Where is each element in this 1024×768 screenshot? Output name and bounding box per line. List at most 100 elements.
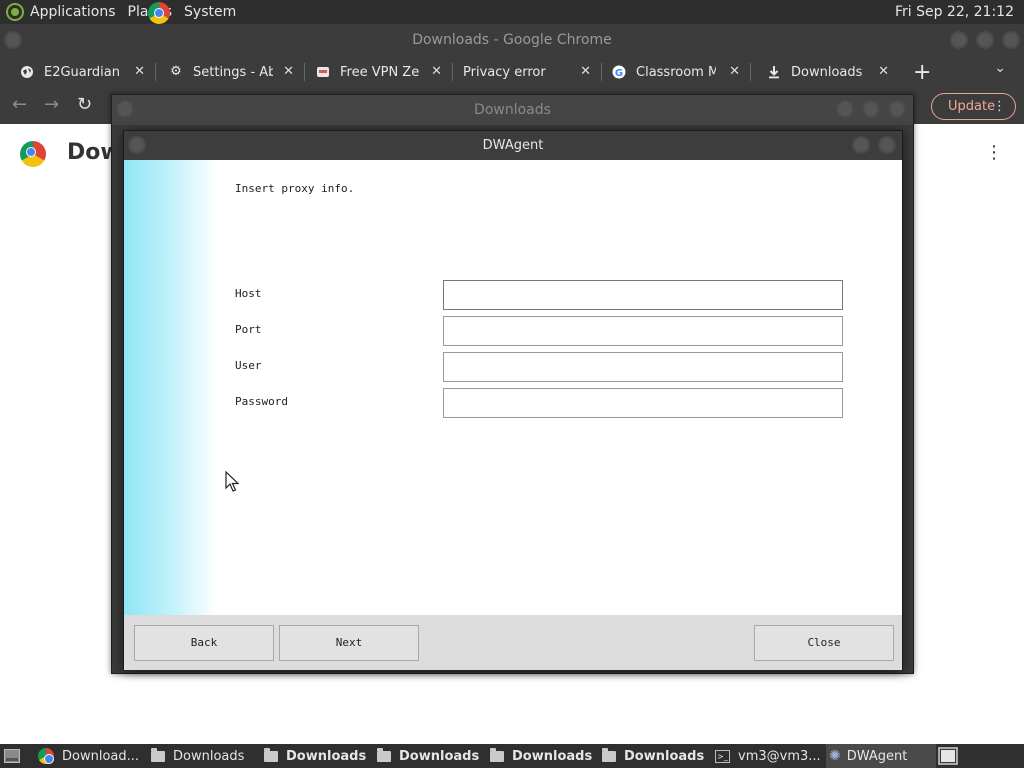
- back-button[interactable]: Back: [134, 625, 274, 661]
- tab-settings[interactable]: ⚙ Settings - Abo ✕: [156, 56, 304, 88]
- update-button[interactable]: Update ⋮: [931, 93, 1016, 120]
- taskbar-item-label: Downloads: [399, 748, 480, 764]
- password-input[interactable]: [443, 388, 843, 418]
- downloads-window-title: Downloads: [474, 102, 551, 118]
- taskbar-item-label: Downloads: [173, 748, 245, 764]
- dwagent-body: Insert proxy info. Host Port User Passwo…: [124, 160, 902, 615]
- tab-free-vpn[interactable]: Free VPN Zen ✕: [305, 56, 452, 88]
- taskbar-item-label: Download...: [62, 748, 140, 764]
- globe-icon: [20, 65, 34, 79]
- taskbar-item-label: vm3@vm3...: [738, 748, 821, 764]
- update-label: Update: [948, 99, 996, 114]
- top-menu: Applications Places System: [0, 0, 250, 24]
- host-input[interactable]: [443, 280, 843, 310]
- show-desktop-icon[interactable]: [4, 744, 24, 768]
- chrome-logo-icon: [20, 141, 46, 167]
- close-icon[interactable]: [878, 136, 896, 154]
- downloads-window-titlebar: Downloads: [112, 95, 913, 125]
- user-input[interactable]: [443, 352, 843, 382]
- folder-icon: [151, 747, 165, 762]
- taskbar-item-label: Downloads: [286, 748, 367, 764]
- port-input[interactable]: [443, 316, 843, 346]
- chrome-icon: [38, 748, 54, 764]
- close-icon[interactable]: ✕: [878, 64, 889, 79]
- password-label: Password: [235, 395, 288, 408]
- window-menu-icon[interactable]: [4, 31, 22, 49]
- top-panel: Applications Places System Fri Sep 22, 2…: [0, 0, 1024, 24]
- tab-privacy-error[interactable]: Privacy error ✕: [453, 56, 601, 88]
- taskbar-item-chrome[interactable]: Download...: [38, 744, 148, 768]
- new-tab-plus-icon[interactable]: +: [913, 60, 931, 85]
- dwagent-titlebar: DWAgent: [124, 131, 902, 160]
- port-row: Port: [235, 316, 845, 346]
- menu-applications[interactable]: Applications: [30, 4, 116, 20]
- mate-logo-icon[interactable]: [6, 3, 24, 21]
- tab-title: Privacy error: [463, 64, 546, 80]
- forward-arrow-icon[interactable]: →: [44, 94, 59, 115]
- user-label: User: [235, 359, 262, 372]
- close-icon[interactable]: ✕: [431, 64, 442, 79]
- minimize-icon[interactable]: [950, 31, 968, 49]
- taskbar-item-downloads[interactable]: Downloads: [602, 744, 712, 768]
- taskbar-item-terminal[interactable]: >_ vm3@vm3...: [715, 744, 825, 768]
- close-button[interactable]: Close: [754, 625, 894, 661]
- clock[interactable]: Fri Sep 22, 21:12: [895, 0, 1014, 24]
- instruction-text: Insert proxy info.: [235, 182, 355, 195]
- dwagent-icon: ✺: [829, 748, 841, 764]
- tab-title: Downloads: [791, 64, 863, 80]
- taskbar-item-downloads[interactable]: Downloads: [151, 744, 261, 768]
- chrome-titlebar: Downloads - Google Chrome: [0, 24, 1024, 56]
- svg-text:G: G: [615, 68, 623, 79]
- close-icon[interactable]: [1002, 31, 1020, 49]
- taskbar-item-downloads[interactable]: Downloads: [490, 744, 600, 768]
- gear-icon: ⚙: [170, 64, 182, 79]
- dwagent-title: DWAgent: [482, 138, 544, 153]
- kebab-menu-icon[interactable]: ⋮: [985, 144, 1003, 162]
- tab-title: E2Guardian - A: [44, 64, 124, 80]
- close-icon[interactable]: ✕: [729, 64, 740, 79]
- close-icon[interactable]: ✕: [580, 64, 591, 79]
- tab-title: Settings - Abo: [193, 64, 273, 80]
- tab-e2guardian[interactable]: E2Guardian - A ✕: [0, 56, 155, 88]
- user-row: User: [235, 352, 845, 382]
- folder-icon: [377, 747, 391, 762]
- maximize-icon[interactable]: [862, 100, 880, 118]
- tab-search-chevron-icon[interactable]: ⌄: [994, 60, 1006, 76]
- close-icon[interactable]: ✕: [134, 64, 145, 79]
- kebab-menu-icon[interactable]: ⋮: [993, 94, 1006, 119]
- taskbar-item-dwagent[interactable]: ✺ DWAgent: [826, 744, 936, 768]
- taskbar-item-label: Downloads: [624, 748, 705, 764]
- download-icon: [767, 65, 781, 79]
- window-menu-icon[interactable]: [116, 100, 134, 118]
- taskbar-item-downloads[interactable]: Downloads: [377, 744, 487, 768]
- taskbar-item-label: Downloads: [512, 748, 593, 764]
- host-label: Host: [235, 287, 262, 300]
- chrome-window-title: Downloads - Google Chrome: [412, 32, 612, 48]
- folder-icon: [264, 747, 278, 762]
- folder-icon: [602, 747, 616, 762]
- tab-title: Classroom Ma: [636, 64, 716, 80]
- minimize-icon[interactable]: [836, 100, 854, 118]
- minimize-icon[interactable]: [852, 136, 870, 154]
- tab-downloads[interactable]: Downloads ✕: [751, 56, 899, 88]
- workspace-switcher-icon[interactable]: [938, 744, 958, 768]
- back-arrow-icon[interactable]: ←: [12, 94, 27, 115]
- reload-icon[interactable]: ↻: [77, 94, 92, 115]
- next-button[interactable]: Next: [279, 625, 419, 661]
- menu-system[interactable]: System: [184, 4, 236, 20]
- port-label: Port: [235, 323, 262, 336]
- taskbar: Download... Downloads Downloads Download…: [0, 744, 1024, 768]
- maximize-icon[interactable]: [976, 31, 994, 49]
- close-icon[interactable]: [888, 100, 906, 118]
- tab-classroom[interactable]: G Classroom Ma ✕: [602, 56, 750, 88]
- window-menu-icon[interactable]: [128, 136, 146, 154]
- sidebar-gradient: [124, 160, 218, 615]
- mouse-cursor-icon: [225, 471, 239, 492]
- tab-title: Free VPN Zen: [340, 64, 420, 80]
- taskbar-item-downloads[interactable]: Downloads: [264, 744, 374, 768]
- vpn-icon: [316, 65, 330, 79]
- close-icon[interactable]: ✕: [283, 64, 294, 79]
- taskbar-item-label: DWAgent: [846, 748, 908, 764]
- dwagent-window: DWAgent Insert proxy info. Host Port Use…: [123, 130, 903, 670]
- google-icon: G: [612, 65, 626, 79]
